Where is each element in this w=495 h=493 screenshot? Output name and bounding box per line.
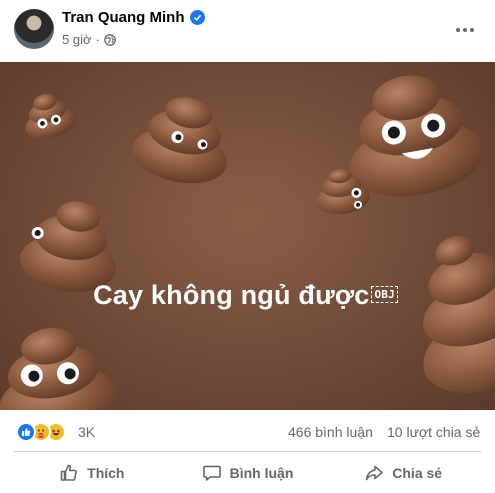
reactions-bar: 3K 466 bình luận 10 lượt chia sẻ <box>0 410 495 452</box>
comment-label: Bình luận <box>229 464 294 481</box>
share-label: Chia sẻ <box>392 464 443 481</box>
poop-emoji-icon <box>132 97 227 184</box>
caption-object-glyph: OBJ <box>371 286 398 303</box>
more-options-icon[interactable] <box>447 14 483 46</box>
reaction-count[interactable]: 3K <box>78 424 95 440</box>
verified-badge-icon <box>189 10 205 25</box>
post-header: Tran Quang Minh 5 giờ · <box>0 0 495 62</box>
caption-text: Cay không ngủ được <box>93 280 370 310</box>
post-image[interactable]: Cay không ngủ được OBJ <box>0 62 495 410</box>
like-reaction-icon[interactable] <box>16 422 36 442</box>
share-button[interactable]: Chia sẻ <box>325 452 481 493</box>
share-icon <box>365 465 384 480</box>
post-caption: Cay không ngủ được OBJ <box>0 280 493 311</box>
comment-count[interactable]: 466 bình luận <box>288 424 373 440</box>
poop-emoji-illustration <box>0 75 495 410</box>
share-count[interactable]: 10 lượt chia sẻ <box>387 424 480 440</box>
poop-emoji-icon <box>25 93 77 139</box>
poop-emoji-icon <box>423 235 495 393</box>
like-label: Thích <box>87 464 125 481</box>
author-row: Tran Quang Minh <box>62 9 205 26</box>
post-time[interactable]: 5 giờ <box>62 32 92 47</box>
thumbs-up-icon <box>60 464 78 481</box>
comment-button[interactable]: Bình luận <box>170 452 326 493</box>
comment-icon <box>202 465 221 481</box>
author-name[interactable]: Tran Quang Minh <box>62 9 185 26</box>
like-button[interactable]: Thích <box>14 452 170 493</box>
poop-emoji-icon <box>0 327 119 410</box>
reaction-icons[interactable] <box>16 422 66 442</box>
author-avatar[interactable] <box>14 9 54 49</box>
post-meta: 5 giờ · <box>62 32 116 47</box>
globe-icon[interactable] <box>103 33 116 46</box>
action-bar: Thích Bình luận Chia sẻ <box>14 452 481 493</box>
